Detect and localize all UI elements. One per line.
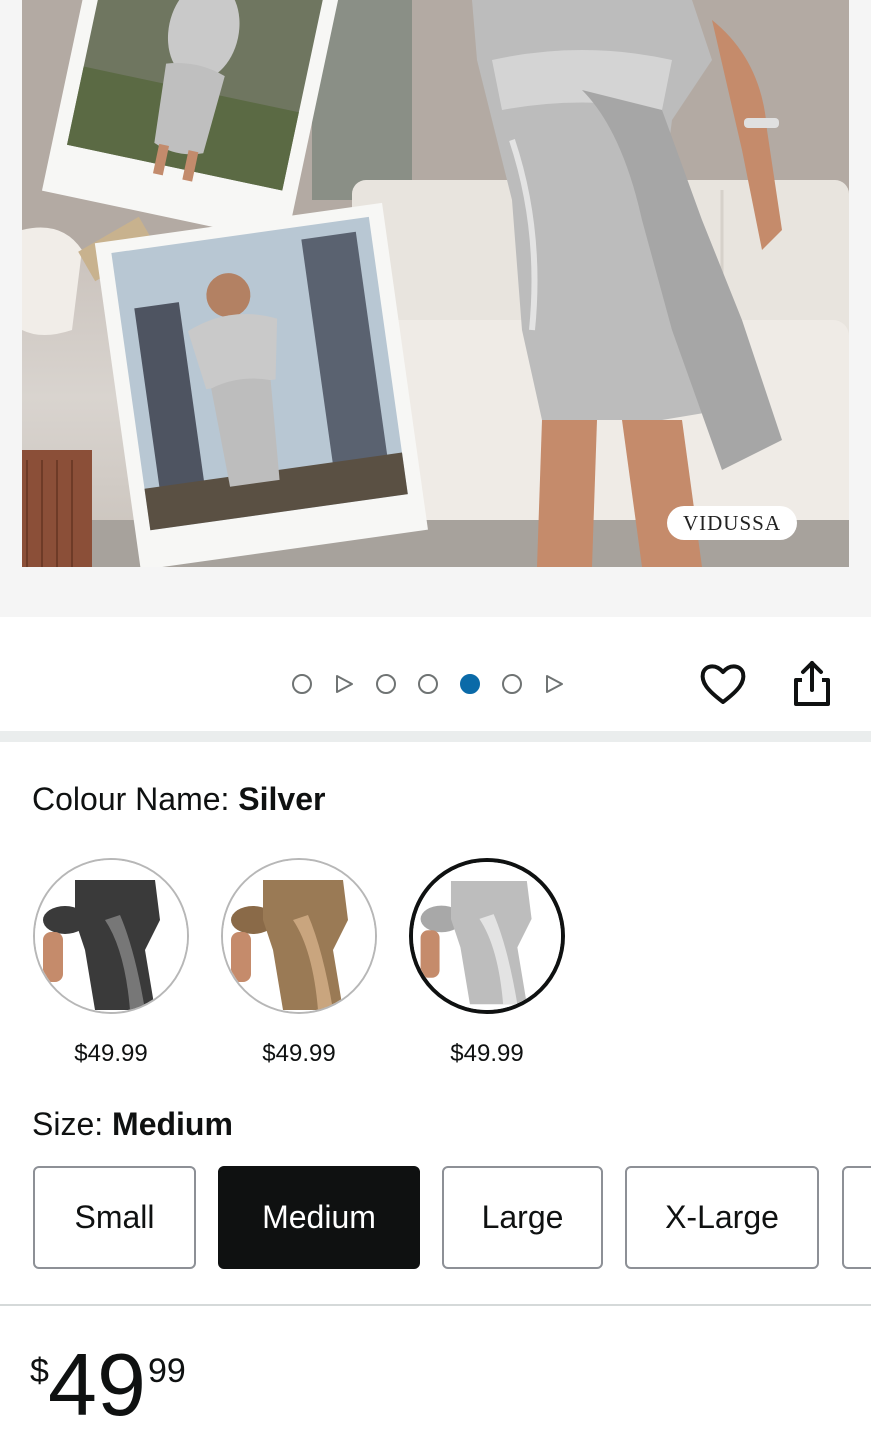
brand-watermark: VIDUSSA [667,506,797,540]
size-option-x-large[interactable]: X-Large [625,1166,819,1269]
colour-swatch-black[interactable] [33,858,189,1014]
play-icon[interactable] [334,674,354,694]
colour-swatch-silver-selected[interactable] [409,858,565,1014]
colour-price-gold: $49.99 [262,1040,336,1067]
price-fraction: 99 [148,1352,186,1390]
size-option-more[interactable] [842,1166,871,1269]
share-button[interactable] [786,658,838,710]
product-photo-illustration [22,0,849,567]
colour-name-label: Colour Name: Silver [32,781,325,818]
size-option-medium-selected[interactable]: Medium [218,1166,420,1269]
play-icon[interactable] [544,674,564,694]
selected-size-value: Medium [112,1106,233,1142]
product-photo[interactable]: VIDUSSA [22,0,849,567]
dress-thumbnail-silver [413,862,561,1010]
size-label: Size: Medium [32,1106,233,1143]
colour-price-silver: $49.99 [450,1040,524,1067]
colour-label-text: Colour Name: [32,781,239,817]
share-icon [794,661,830,706]
size-option-small[interactable]: Small [33,1166,196,1269]
dress-thumbnail-gold [223,860,375,1012]
heart-icon [700,664,746,704]
size-label-text: Size: [32,1106,113,1142]
colour-swatch-gold[interactable] [221,858,377,1014]
size-option-large[interactable]: Large [442,1166,603,1269]
section-divider [0,731,871,742]
selected-colour-value: Silver [238,781,326,817]
carousel-dot-6[interactable] [502,674,522,694]
dress-thumbnail-black [35,860,187,1012]
carousel-dot-1[interactable] [292,674,312,694]
add-to-wishlist-button[interactable] [697,658,749,710]
price-whole: 49 [48,1335,146,1434]
product-detail-screen: VIDUSSA Colour Name: Silver $49.99 $49.9… [0,0,871,1440]
carousel-dot-5-active[interactable] [460,674,480,694]
colour-price-black: $49.99 [74,1040,148,1067]
carousel-dot-3[interactable] [376,674,396,694]
product-image-gallery[interactable]: VIDUSSA [0,0,871,617]
carousel-dot-4[interactable] [418,674,438,694]
section-divider-line [0,1304,871,1306]
price-currency-symbol: $ [30,1352,49,1390]
image-carousel-indicators [292,671,586,697]
